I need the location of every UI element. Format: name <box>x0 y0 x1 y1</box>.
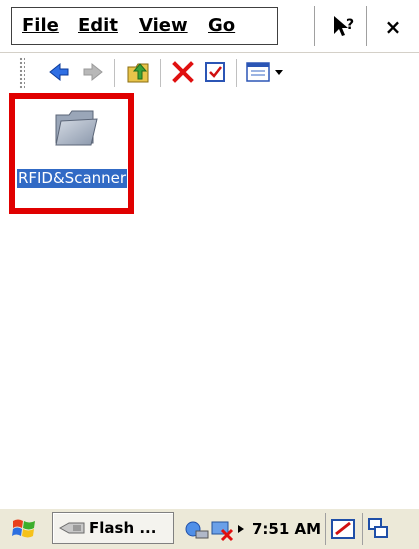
views-button[interactable] <box>244 57 288 87</box>
taskbar-button-label: Flash ... <box>89 519 157 537</box>
up-folder-button[interactable] <box>124 57 154 87</box>
help-separator <box>366 6 367 46</box>
forward-icon <box>83 62 103 82</box>
help-label: ? <box>346 17 354 33</box>
toolbar <box>0 53 419 93</box>
properties-button[interactable] <box>200 57 230 87</box>
desktop-windows-icon[interactable] <box>367 516 389 542</box>
folder-item-rfid-scanner[interactable]: RFID&Scanner <box>9 93 134 214</box>
toolbar-separator <box>236 59 237 87</box>
menu-go[interactable]: Go <box>208 15 235 36</box>
menu-separator <box>314 6 315 46</box>
toolbar-separator <box>160 59 161 87</box>
tray-expand-icon[interactable] <box>236 522 246 536</box>
menu-container: File Edit View Go <box>11 7 278 45</box>
flash-drive-icon <box>59 522 85 534</box>
tray-separator <box>325 513 327 545</box>
input-panel-icon[interactable] <box>330 515 358 543</box>
back-icon <box>49 62 69 82</box>
folder-view: RFID&Scanner <box>0 93 419 493</box>
back-button[interactable] <box>44 57 74 87</box>
forward-button[interactable] <box>78 57 108 87</box>
toolbar-grip[interactable] <box>19 57 25 89</box>
folder-icon <box>53 105 99 153</box>
taskbar-button-flash[interactable]: Flash ... <box>52 512 174 544</box>
help-pointer-icon: ? <box>334 16 354 36</box>
properties-icon <box>205 62 225 82</box>
close-icon: × <box>384 15 402 39</box>
connection-error-icon[interactable] <box>210 516 236 542</box>
tray-separator <box>362 513 364 545</box>
menu-view-label: View <box>139 15 188 36</box>
menu-edit[interactable]: Edit <box>78 15 118 36</box>
menu-view[interactable]: View <box>139 15 188 36</box>
toolbar-separator <box>114 59 115 87</box>
folder-label: RFID&Scanner <box>17 169 127 188</box>
network-icon[interactable] <box>184 516 210 542</box>
start-button[interactable] <box>6 512 42 546</box>
up-folder-icon <box>127 63 149 83</box>
menu-file[interactable]: File <box>22 15 59 36</box>
windows-logo-icon <box>12 519 35 538</box>
delete-button[interactable] <box>168 57 198 87</box>
menu-edit-label: Edit <box>78 15 118 36</box>
menu-bar: File Edit View Go ? × <box>0 0 419 53</box>
help-button[interactable]: ? <box>326 9 362 45</box>
menu-file-label: File <box>22 15 59 36</box>
taskbar: Flash ... 7:51 AM <box>0 508 419 549</box>
close-button[interactable]: × <box>375 9 411 45</box>
menu-go-label: Go <box>208 15 236 36</box>
clock[interactable]: 7:51 AM <box>252 520 321 538</box>
delete-icon <box>172 61 194 83</box>
system-tray: 7:51 AM <box>184 511 419 547</box>
views-icon <box>246 62 283 82</box>
